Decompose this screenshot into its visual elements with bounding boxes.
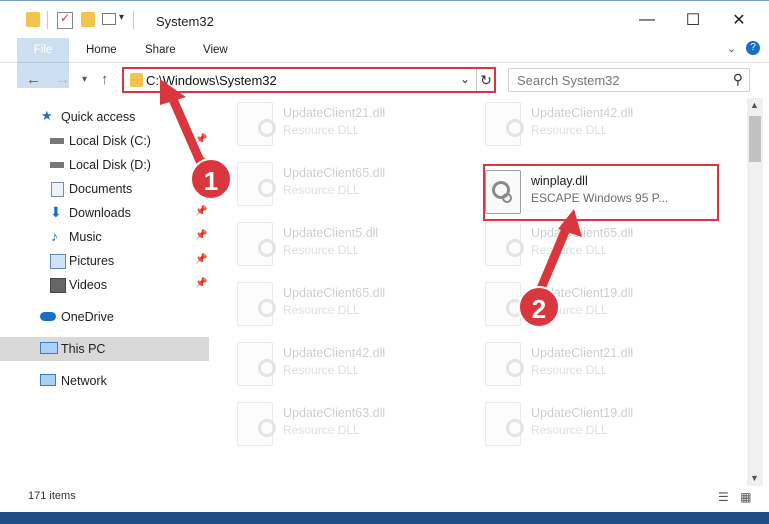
- step-badge-2: 2: [518, 286, 560, 328]
- arrow-2-shaft: [535, 224, 571, 296]
- step-badge-1: 1: [190, 158, 232, 200]
- explorer-window: ✓ ▾ System32 — ☐ ✕ File Home Share View …: [0, 0, 769, 512]
- arrow-1-shaft: [167, 92, 205, 166]
- annotation-arrows: [160, 79, 582, 296]
